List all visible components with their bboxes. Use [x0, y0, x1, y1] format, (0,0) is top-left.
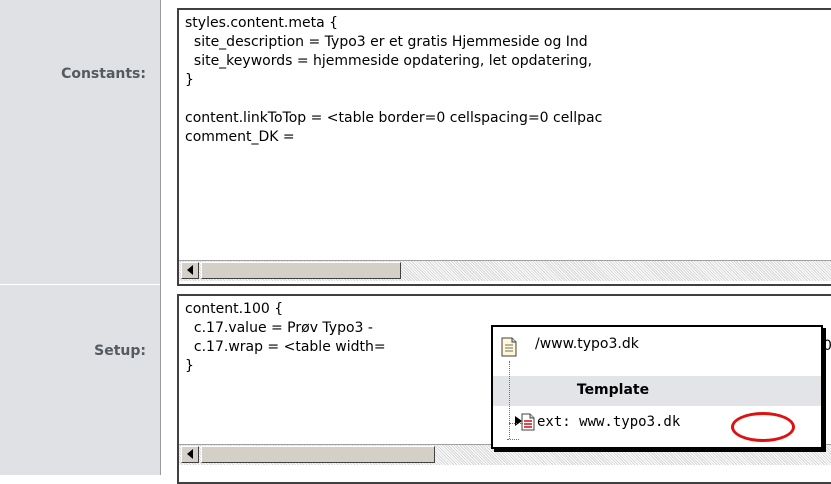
- popup-root-row[interactable]: /www.typo3.dk: [493, 327, 821, 376]
- scroll-thumb[interactable]: [201, 262, 401, 279]
- constants-code: styles.content.meta { site_description =…: [185, 14, 602, 147]
- code-line: c.17.value = Prøv Typo3 -: [185, 320, 373, 336]
- constants-label: Constants:: [61, 66, 146, 82]
- code-line: }: [185, 358, 194, 374]
- code-line: styles.content.meta {: [185, 15, 339, 31]
- scroll-left-arrow-icon: [187, 449, 193, 459]
- code-line: }: [185, 72, 194, 88]
- scroll-thumb[interactable]: [201, 446, 435, 463]
- field-label-column: Constants: Setup:: [0, 0, 161, 475]
- setup-code: content.100 { c.17.value = Prøv Typo3 - …: [185, 300, 386, 376]
- code-line: c.17.wrap = <table width=: [185, 339, 386, 355]
- row-divider: [0, 284, 160, 285]
- column-gap: [161, 0, 171, 475]
- code-line: content.linkToTop = <table border=0 cell…: [185, 110, 603, 126]
- template-tree-popup: /www.typo3.dk Template ext: www.typo3.dk: [491, 325, 823, 449]
- tree-connector: [507, 439, 519, 440]
- code-line: site_keywords = hjemmeside opdatering, l…: [185, 53, 593, 69]
- tree-connector: [509, 423, 523, 424]
- template-item-label: ext: www.typo3.dk: [537, 414, 681, 430]
- template-editor-frame: Constants: Setup: styles.content.meta { …: [0, 0, 831, 484]
- popup-root-title: /www.typo3.dk: [535, 336, 639, 352]
- constants-horizontal-scrollbar[interactable]: [179, 260, 831, 281]
- ext-page-icon: [521, 413, 535, 431]
- setup-label: Setup:: [94, 343, 146, 359]
- code-line: site_description = Typo3 er et gratis Hj…: [185, 34, 588, 50]
- annotation-circle: [731, 412, 795, 442]
- scroll-left-button[interactable]: [181, 446, 199, 463]
- page-icon: [501, 337, 517, 357]
- code-overflow-char: 0: [823, 338, 831, 354]
- code-line: content.100 {: [185, 301, 284, 317]
- popup-section-header: Template: [493, 376, 821, 406]
- tree-connector: [509, 361, 510, 439]
- template-heading: Template: [576, 382, 650, 398]
- code-line: comment_DK =: [185, 129, 295, 145]
- constants-textarea[interactable]: styles.content.meta { site_description =…: [177, 8, 831, 286]
- scroll-left-arrow-icon: [187, 265, 193, 275]
- scroll-left-button[interactable]: [181, 262, 199, 279]
